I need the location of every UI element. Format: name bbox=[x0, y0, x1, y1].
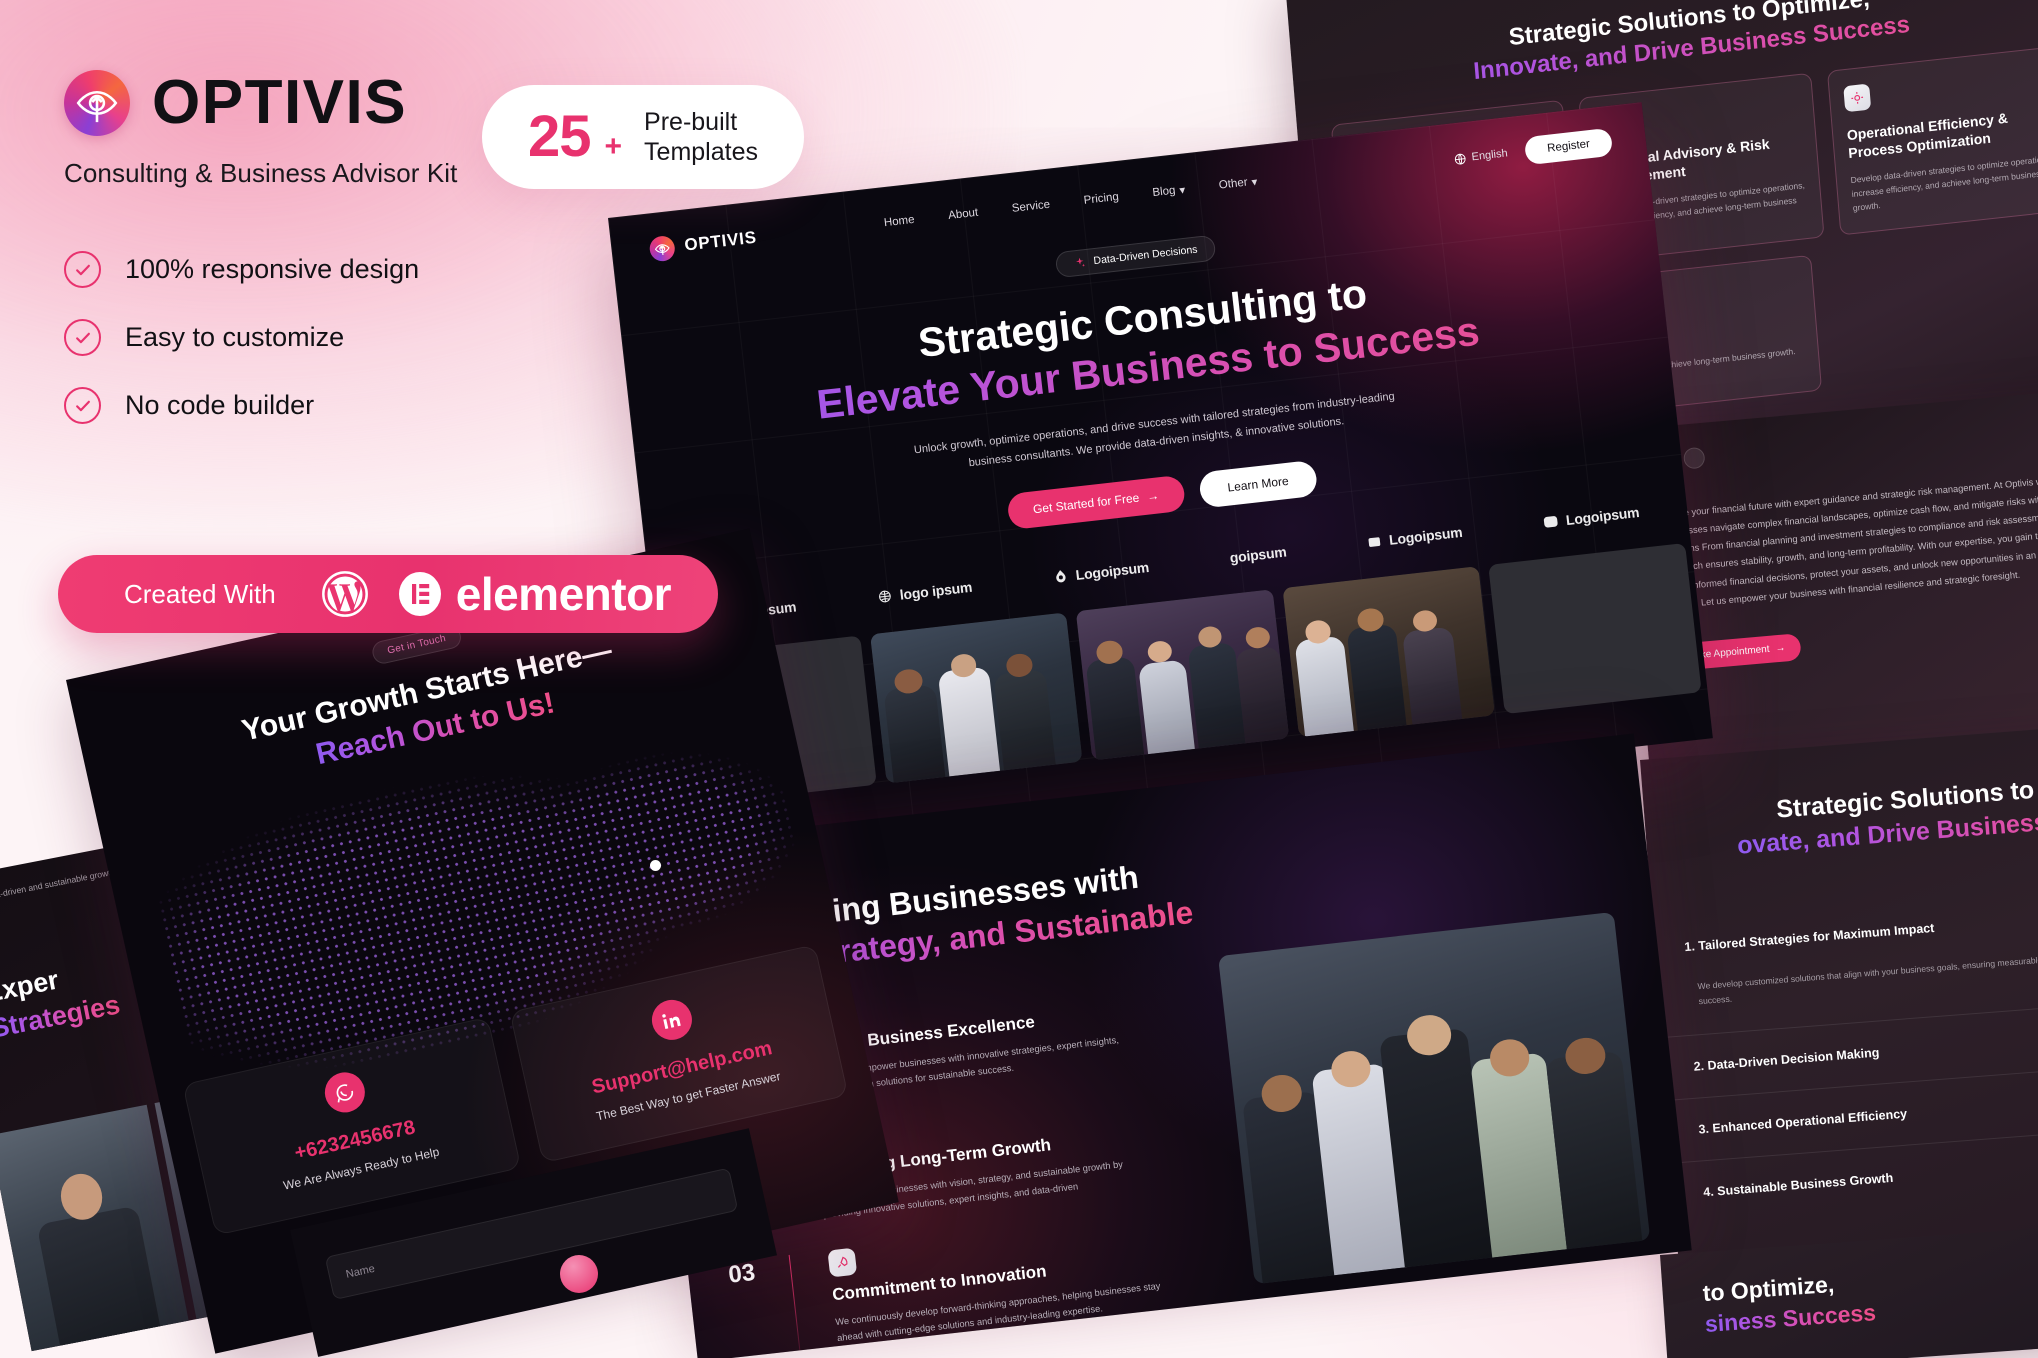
gear-icon bbox=[1842, 83, 1871, 113]
accordion-title: 1. Tailored Strategies for Maximum Impac… bbox=[1683, 920, 1935, 955]
nav-item-pricing[interactable]: Pricing bbox=[1083, 190, 1119, 208]
feature-label: Easy to customize bbox=[125, 322, 345, 352]
learn-more-button[interactable]: Learn More bbox=[1197, 460, 1319, 510]
client-logo: Logoipsum bbox=[1052, 559, 1150, 586]
wordpress-icon bbox=[320, 569, 370, 619]
benefits-accordion: 1. Tailored Strategies for Maximum Impac… bbox=[1652, 879, 2038, 1226]
hero-eyebrow-label: Data-Driven Decisions bbox=[1092, 243, 1199, 268]
rocket-icon bbox=[827, 1247, 858, 1278]
chevron-down-icon: ▾ bbox=[1250, 176, 1259, 190]
arrow-right-icon: → bbox=[1774, 642, 1786, 655]
tail-title-line1: to Optimize, bbox=[1701, 1270, 1835, 1307]
service-card-desc: Develop data-driven strategies to optimi… bbox=[1850, 153, 2038, 214]
floating-chat-bubble[interactable] bbox=[560, 1255, 598, 1293]
linkedin-icon bbox=[647, 996, 696, 1044]
about-divider bbox=[788, 1254, 801, 1351]
check-circle-icon bbox=[64, 251, 101, 288]
poster-canvas: Our Service Strategic Solutions to Optim… bbox=[0, 0, 2038, 1358]
feature-list: 100% responsive design Easy to customize… bbox=[64, 251, 704, 424]
check-circle-icon bbox=[64, 387, 101, 424]
client-logo-text: Logoipsum bbox=[1565, 504, 1641, 529]
nav-item-home[interactable]: Home bbox=[883, 213, 915, 230]
language-label: English bbox=[1471, 147, 1509, 164]
carousel-dot[interactable] bbox=[1682, 446, 1706, 470]
hero-team-photo bbox=[1282, 566, 1496, 738]
nav-item-blog-label: Blog bbox=[1151, 184, 1177, 200]
client-logo-text: logo ipsum bbox=[898, 579, 973, 604]
hero-team-photo bbox=[1075, 589, 1290, 761]
client-logo: Logoipsum bbox=[1366, 524, 1463, 551]
feature-item: Easy to customize bbox=[64, 319, 704, 356]
client-logo: Logoipsum bbox=[1542, 504, 1640, 531]
nav-item-other-label: Other bbox=[1218, 176, 1249, 192]
templates-plus-sign: + bbox=[604, 130, 623, 163]
elementor-icon bbox=[396, 570, 444, 618]
tail-title-line2: siness Success bbox=[1704, 1299, 1877, 1338]
accordion-title: 3. Enhanced Operational Efficiency bbox=[1697, 1106, 1908, 1137]
nav-item-service[interactable]: Service bbox=[1011, 198, 1051, 216]
client-logo: goipsum bbox=[1229, 544, 1287, 566]
created-with-label: Created With bbox=[124, 578, 276, 609]
accordion-title: 2. Data-Driven Decision Making bbox=[1693, 1045, 1880, 1074]
eye-arrow-logo-icon bbox=[64, 70, 130, 136]
nav-item-about[interactable]: About bbox=[947, 206, 979, 223]
feature-label: No code builder bbox=[125, 390, 315, 420]
templates-count-badge: 25 + Pre-built Templates bbox=[482, 85, 804, 189]
service-card-name: Operational Efficiency & Process Optimiz… bbox=[1846, 109, 2009, 162]
accordion-body: We develop customized solutions that ali… bbox=[1697, 948, 2038, 1007]
templates-label-line1: Pre-built bbox=[644, 108, 738, 136]
arrow-right-icon: → bbox=[1146, 488, 1160, 505]
nav-item-other[interactable]: Other ▾ bbox=[1218, 174, 1258, 192]
feature-item: 100% responsive design bbox=[64, 251, 704, 288]
get-started-label: Get Started for Free bbox=[1032, 490, 1140, 517]
hero-team-photo bbox=[869, 612, 1083, 784]
created-with-elementor-badge: Created With elementor bbox=[58, 555, 718, 633]
hero-eyebrow-pill: Data-Driven Decisions bbox=[1054, 234, 1217, 279]
about-team-photo bbox=[1217, 911, 1651, 1285]
chevron-down-icon: ▾ bbox=[1178, 184, 1186, 198]
service-card[interactable]: Operational Efficiency & Process Optimiz… bbox=[1826, 45, 2038, 236]
logoipsum-badge-icon bbox=[1544, 516, 1558, 528]
templates-count: 25 bbox=[528, 104, 592, 169]
sparkle-icon bbox=[1075, 257, 1085, 267]
client-logo-text: Logoipsum bbox=[1074, 559, 1150, 584]
accordion-title: 4. Sustainable Business Growth bbox=[1702, 1170, 1894, 1200]
hero-photo-placeholder bbox=[1488, 543, 1702, 715]
client-logo-text: goipsum bbox=[1228, 543, 1288, 567]
elementor-wordmark: elementor bbox=[455, 568, 672, 620]
feature-item: No code builder bbox=[64, 387, 704, 424]
logoipsum-globe-icon bbox=[879, 591, 891, 603]
nav-item-blog[interactable]: Blog ▾ bbox=[1152, 183, 1186, 201]
whatsapp-chat-icon bbox=[320, 1068, 369, 1117]
about-feature-number: 03 bbox=[727, 1258, 757, 1289]
templates-label: Pre-built Templates bbox=[644, 107, 758, 167]
get-started-button[interactable]: Get Started for Free → bbox=[1006, 475, 1186, 531]
logoipsum-drop-icon bbox=[1056, 570, 1066, 583]
logoipsum-brand-standard-icon bbox=[1368, 537, 1381, 547]
language-selector[interactable]: English bbox=[1453, 147, 1508, 166]
slider-dot[interactable] bbox=[650, 860, 661, 871]
globe-icon bbox=[1454, 153, 1466, 164]
brand-name: OPTIVIS bbox=[152, 68, 408, 137]
client-logo-text: Logoipsum bbox=[1388, 524, 1464, 549]
feature-label: 100% responsive design bbox=[125, 254, 420, 284]
check-circle-icon bbox=[64, 319, 101, 356]
client-logo: logo ipsum bbox=[876, 579, 973, 606]
templates-label-line2: Templates bbox=[644, 138, 758, 166]
